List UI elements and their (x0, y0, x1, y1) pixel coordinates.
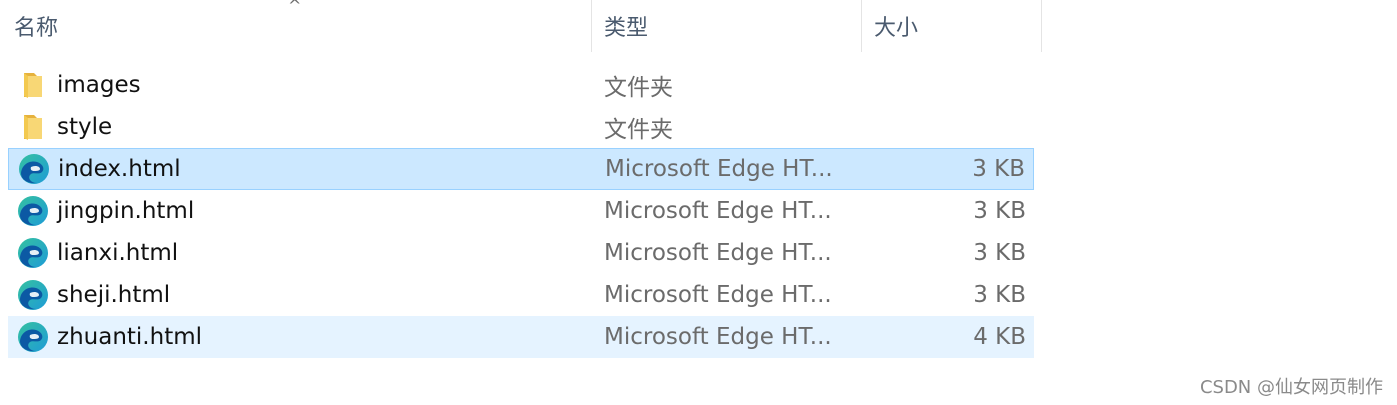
file-row[interactable]: jingpin.html Microsoft Edge HT... 3 KB (8, 190, 1034, 232)
column-header-name[interactable]: 名称 (0, 0, 592, 52)
file-type: Microsoft Edge HT... (604, 240, 832, 266)
file-name: zhuanti.html (57, 324, 203, 350)
file-size: 3 KB (973, 240, 1026, 266)
edge-icon (16, 278, 50, 312)
edge-icon (16, 194, 50, 228)
file-size: 3 KB (973, 198, 1026, 224)
file-explorer-window: ^ 名称 类型 大小 images 文件夹 style 文件夹 index.html Mi… (0, 0, 1397, 405)
column-header-bar: ^ 名称 类型 大小 (0, 0, 1042, 52)
file-type: Microsoft Edge HT... (604, 324, 832, 350)
folder-icon (16, 110, 50, 144)
file-type: Microsoft Edge HT... (604, 198, 832, 224)
file-type: Microsoft Edge HT... (604, 282, 832, 308)
file-type: 文件夹 (604, 75, 673, 101)
file-list: images 文件夹 style 文件夹 index.html Microsoft Edg… (8, 64, 1034, 358)
file-row[interactable]: style 文件夹 (8, 106, 1034, 148)
folder-icon (16, 68, 50, 102)
file-name: lianxi.html (57, 240, 179, 266)
file-row[interactable]: lianxi.html Microsoft Edge HT... 3 KB (8, 232, 1034, 274)
file-type: 文件夹 (604, 117, 673, 143)
file-row[interactable]: images 文件夹 (8, 64, 1034, 106)
file-name: jingpin.html (57, 198, 195, 224)
file-row[interactable]: sheji.html Microsoft Edge HT... 3 KB (8, 274, 1034, 316)
file-size: 3 KB (972, 156, 1025, 182)
edge-icon (16, 236, 50, 270)
column-header-type[interactable]: 类型 (592, 0, 862, 52)
file-name: images (57, 72, 141, 98)
watermark-text: CSDN @仙女网页制作 (1199, 377, 1383, 398)
edge-icon (16, 320, 50, 354)
file-size: 3 KB (973, 282, 1026, 308)
file-row[interactable]: zhuanti.html Microsoft Edge HT... 4 KB (8, 316, 1034, 358)
file-name: style (57, 114, 113, 140)
column-header-size[interactable]: 大小 (862, 0, 1042, 52)
file-type: Microsoft Edge HT... (605, 156, 833, 182)
edge-icon (17, 152, 51, 186)
file-name: sheji.html (57, 282, 171, 308)
file-row[interactable]: index.html Microsoft Edge HT... 3 KB (8, 148, 1034, 190)
file-name: index.html (58, 156, 181, 182)
file-size: 4 KB (973, 324, 1026, 350)
